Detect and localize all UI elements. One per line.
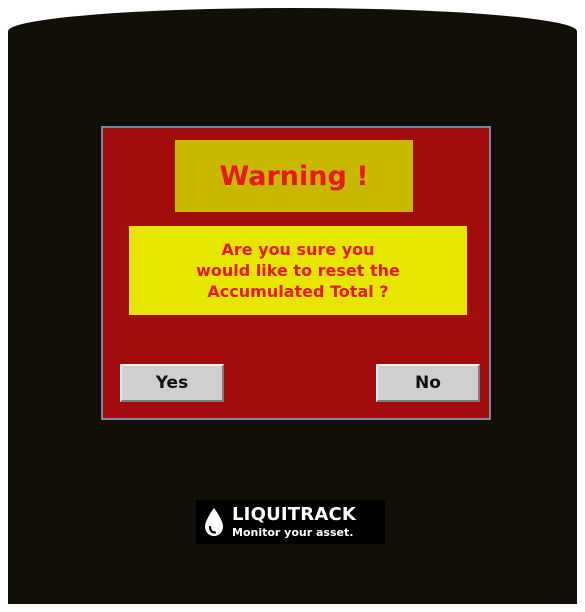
- logo-name: LIQUITRACK: [232, 504, 357, 525]
- device-bezel: Warning ! Are you sure you would like to…: [0, 0, 585, 612]
- water-drop-icon: [205, 508, 223, 536]
- message-line-1: Are you sure you: [221, 240, 375, 259]
- logo-tagline: Monitor your asset.: [232, 526, 354, 539]
- device-screen: Warning ! Are you sure you would like to…: [8, 8, 577, 604]
- no-button[interactable]: No: [376, 364, 480, 402]
- message-line-3: Accumulated Total ?: [207, 282, 389, 301]
- logo-text: LIQUITRACK Monitor your asset.: [232, 504, 357, 539]
- dialog-message: Are you sure you would like to reset the…: [129, 226, 467, 315]
- dialog-title: Warning !: [175, 140, 413, 212]
- liquitrack-logo: LIQUITRACK Monitor your asset.: [196, 500, 385, 544]
- message-line-2: would like to reset the: [196, 261, 400, 280]
- reset-confirmation-dialog: Warning ! Are you sure you would like to…: [101, 126, 491, 420]
- yes-button[interactable]: Yes: [120, 364, 224, 402]
